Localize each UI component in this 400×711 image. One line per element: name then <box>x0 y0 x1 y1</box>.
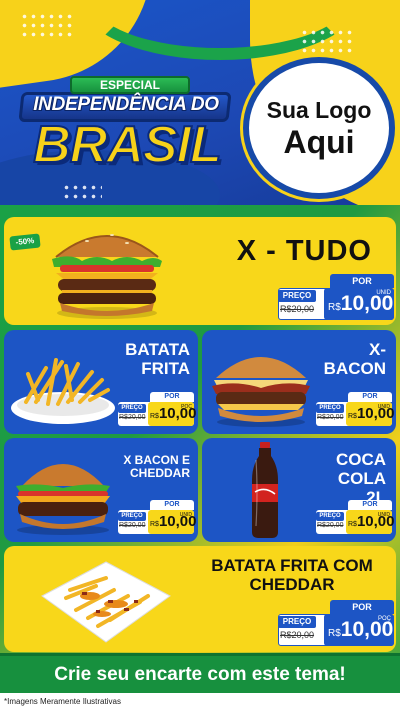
unit-label: POÇ <box>181 404 192 410</box>
dot-pattern <box>300 28 354 54</box>
por-label: POR <box>330 274 394 288</box>
cta-banner[interactable]: Crie seu encarte com este tema! <box>0 653 400 693</box>
old-price: R$20,00 <box>317 414 344 421</box>
dot-pattern <box>20 12 74 38</box>
product-name: COCA COLA 2L <box>335 450 386 508</box>
preco-label: PREÇO <box>278 616 316 628</box>
product-card-x-bacon[interactable]: X- BACON POR PREÇO R$20,00 R$10,00 UNID <box>202 330 396 434</box>
price-tag: POR PREÇO R$20,00 R$10,00 UNID <box>316 500 395 536</box>
por-label: POR <box>348 500 392 510</box>
currency: R$ <box>328 302 341 313</box>
fries-image <box>11 358 115 424</box>
preco-label: PREÇO <box>118 512 146 521</box>
especial-badge: ESPECIAL <box>70 76 190 94</box>
por-label: POR <box>150 500 194 510</box>
title-independencia: INDEPENDÊNCIA DO <box>33 94 219 115</box>
price-tag: POR PREÇO R$20,00 R$10,00 POÇ <box>118 392 197 428</box>
unit-label: UNID <box>376 290 391 296</box>
currency: R$ <box>348 413 357 420</box>
old-price: R$20,00 <box>280 304 315 314</box>
product-card-coca-cola[interactable]: COCA COLA 2L POR PREÇO R$20,00 R$10,00 U… <box>202 438 396 542</box>
por-label: POR <box>348 392 392 402</box>
unit-label: UNID <box>377 404 390 410</box>
soda-bottle-image <box>252 442 278 538</box>
currency: R$ <box>328 628 341 639</box>
product-name: X BACON E CHEDDAR <box>123 453 190 481</box>
product-card-x-bacon-cheddar[interactable]: X BACON E CHEDDAR POR PREÇO R$20,00 R$10… <box>4 438 198 542</box>
cheddar-burger-image <box>16 464 110 535</box>
old-price: R$20,00 <box>317 522 344 529</box>
currency: R$ <box>348 521 357 528</box>
old-price: R$20,00 <box>280 630 315 640</box>
cheddar-fries-image <box>41 561 171 643</box>
logo-text-line2: Aqui <box>283 123 355 160</box>
burger-image <box>52 234 162 319</box>
product-card-batata-frita[interactable]: BATATA FRITA POR PREÇO R$20,00 R$10,00 P… <box>4 330 198 434</box>
disclaimer-text: *Imagens Meramente Ilustrativas <box>0 693 400 711</box>
bacon-burger-image <box>212 357 310 427</box>
price-tag: POR PREÇO R$20,00 R$10,00 UNID <box>316 392 395 428</box>
header-banner: ESPECIAL INDEPENDÊNCIA DO BRASIL Sua Log… <box>0 0 400 205</box>
title-brasil: BRASIL <box>32 115 223 175</box>
unit-label: UNID <box>179 512 192 518</box>
por-label: POR <box>330 600 394 614</box>
logo-text-line1: Sua Logo <box>266 96 372 123</box>
product-name: BATATA FRITA <box>125 340 190 379</box>
preco-label: PREÇO <box>118 404 146 413</box>
product-name: BATATA FRITA COM CHEDDAR <box>211 556 373 595</box>
dot-pattern <box>62 183 102 201</box>
product-card-x-tudo[interactable]: X - TUDO POR PREÇO R$20,00 R$10,00 UNID <box>4 217 396 325</box>
por-label: POR <box>150 392 194 402</box>
old-price: R$20,00 <box>119 414 146 421</box>
preco-label: PREÇO <box>316 404 344 413</box>
product-name: X - TUDO <box>236 235 372 267</box>
price-tag: POR PREÇO R$20,00 R$10,00 POÇ <box>278 600 394 646</box>
unit-label: POÇ <box>377 616 391 622</box>
old-price: R$20,00 <box>119 522 146 529</box>
currency: R$ <box>150 413 159 420</box>
preco-label: PREÇO <box>316 512 344 521</box>
preco-label: PREÇO <box>278 290 316 302</box>
product-name: X- BACON <box>323 340 386 379</box>
price-tag: POR PREÇO R$20,00 R$10,00 UNID <box>278 274 394 320</box>
unit-label: UNID <box>377 512 390 518</box>
currency: R$ <box>150 521 159 528</box>
price-tag: POR PREÇO R$20,00 R$10,00 UNID <box>118 500 197 536</box>
product-card-batata-cheddar[interactable]: BATATA FRITA COM CHEDDAR POR PREÇO R$20,… <box>4 546 396 652</box>
logo-placeholder[interactable]: Sua Logo Aqui <box>243 57 395 199</box>
